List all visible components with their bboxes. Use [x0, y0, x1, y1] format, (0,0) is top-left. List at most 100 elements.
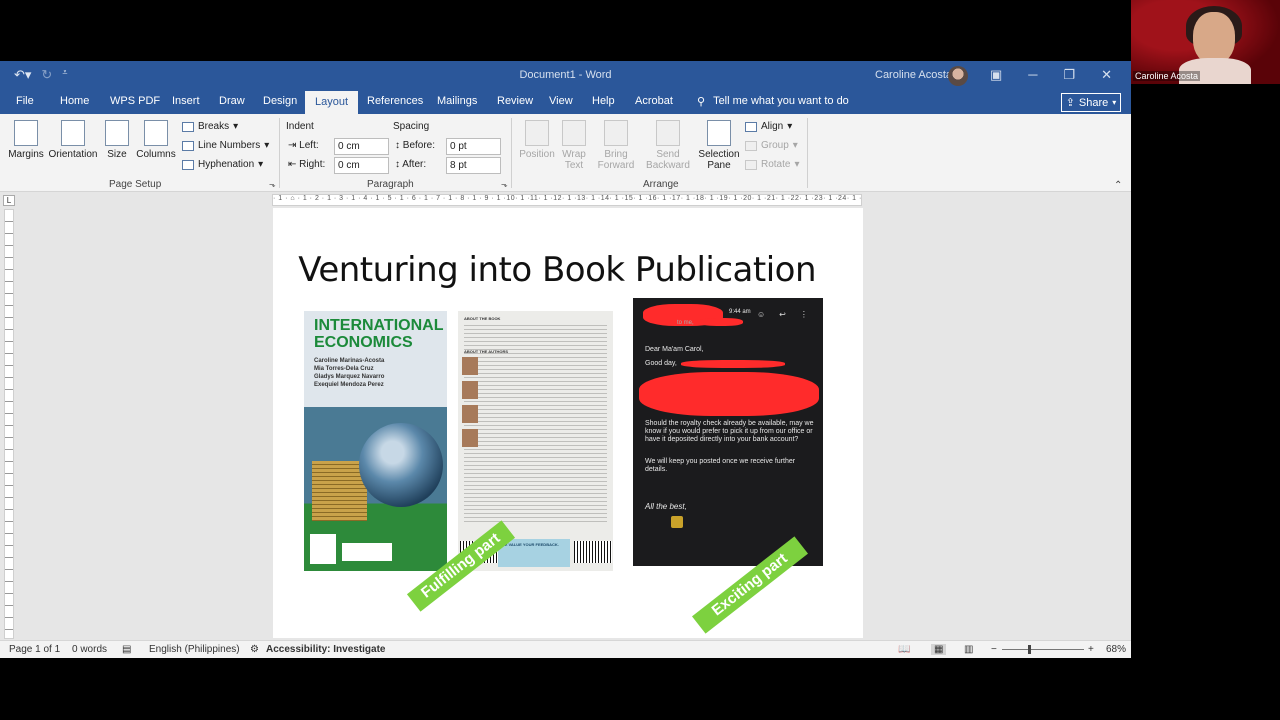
tab-draw[interactable]: Draw — [215, 95, 249, 107]
tab-selector[interactable]: L — [3, 195, 15, 206]
margins-button[interactable]: Margins — [8, 120, 44, 160]
line-numbers-label: Line Numbers — [198, 140, 261, 151]
outcomes-logo — [342, 543, 392, 561]
breaks-label: Breaks — [198, 121, 230, 132]
tab-home[interactable]: Home — [56, 95, 93, 107]
tab-review[interactable]: Review — [493, 95, 537, 107]
page-setup-group-label: Page Setup — [109, 179, 162, 190]
ribbon: Margins Orientation Size Columns Breaks ▾… — [0, 114, 1131, 192]
line-numbers-button[interactable]: Line Numbers ▾ — [182, 140, 269, 151]
rotate-button[interactable]: Rotate ▾ — [745, 159, 800, 170]
page-setup-launcher-icon[interactable]: ⬎ — [269, 180, 276, 189]
minimize-icon[interactable]: ─ — [1028, 67, 1037, 83]
read-mode-icon[interactable]: 📖 — [898, 644, 910, 655]
send-backward-icon — [656, 120, 680, 146]
wrap-text-label: Wrap — [562, 149, 586, 160]
arrange-group-label: Arrange — [643, 179, 679, 190]
barcode — [574, 541, 612, 563]
tab-insert[interactable]: Insert — [168, 95, 204, 107]
tab-mailings[interactable]: Mailings — [433, 95, 481, 107]
accessibility-status[interactable]: Accessibility: Investigate — [266, 644, 386, 655]
zoom-slider[interactable] — [1002, 649, 1084, 650]
participant-face — [1193, 12, 1235, 64]
word-window: ↶▾ ↻ ⩡ Document1 - Word Caroline Acosta … — [0, 61, 1131, 658]
tab-design[interactable]: Design — [259, 95, 301, 107]
page-title[interactable]: Venturing into Book Publication — [273, 250, 816, 290]
email-greeting: Dear Ma'am Carol, — [645, 346, 704, 353]
close-icon[interactable]: ✕ — [1101, 67, 1112, 83]
chevron-down-icon: ▾ — [1112, 98, 1117, 107]
group-separator — [807, 118, 808, 188]
restore-icon[interactable]: ❐ — [1064, 67, 1076, 83]
columns-icon — [144, 120, 168, 146]
paragraph-launcher-icon[interactable]: ⬎ — [501, 180, 508, 189]
ribbon-tabs: File Home WPS PDF Insert Draw Design Lay… — [0, 91, 1131, 114]
page-count[interactable]: Page 1 of 1 — [9, 644, 60, 655]
columns-button[interactable]: Columns — [135, 120, 177, 160]
tab-references[interactable]: References — [363, 95, 427, 107]
size-icon — [105, 120, 129, 146]
tell-me-search[interactable]: ⚲ Tell me what you want to do — [697, 95, 849, 108]
bring-forward-button[interactable]: Bring Forward — [594, 120, 638, 171]
web-layout-icon[interactable]: ▥ — [964, 644, 973, 655]
indent-right-field[interactable]: 0 cm — [334, 157, 389, 174]
tab-view[interactable]: View — [545, 95, 577, 107]
publisher-logo — [310, 534, 336, 564]
status-bar: Page 1 of 1 0 words ▤ English (Philippin… — [0, 640, 1131, 658]
hyphenation-button[interactable]: Hyphenation ▾ — [182, 159, 263, 170]
email-followup: We will keep you posted once we receive … — [645, 458, 796, 473]
email-to: to me, — [677, 320, 694, 326]
user-name[interactable]: Caroline Acosta — [875, 69, 952, 81]
tab-layout[interactable]: Layout — [305, 91, 359, 114]
share-icon: ⇪ — [1065, 97, 1075, 109]
tab-help[interactable]: Help — [588, 95, 619, 107]
horizontal-ruler[interactable]: · 1 · ⌂ · 1 · 2 · 1 · 3 · 1 · 4 · 1 · 5 … — [272, 194, 862, 206]
wrap-text-button[interactable]: Wrap Text — [558, 120, 590, 171]
ribbon-display-options-icon[interactable]: ▣ — [990, 67, 1002, 83]
zoom-slider-thumb[interactable] — [1028, 645, 1031, 654]
collapse-ribbon-icon[interactable]: ⌃ — [1114, 180, 1122, 191]
selection-pane-label-2: Pane — [707, 160, 731, 171]
title-bar: ↶▾ ↻ ⩡ Document1 - Word Caroline Acosta … — [0, 61, 1131, 91]
email-screenshot-image[interactable]: 9:44 am ☺ ↩ ⋮ to me, Dear Ma'am Carol, G… — [633, 298, 823, 566]
avatar[interactable] — [948, 66, 968, 86]
zoom-in-icon[interactable]: + — [1088, 644, 1094, 655]
language-status[interactable]: English (Philippines) — [149, 644, 240, 655]
align-button[interactable]: Align ▾ — [745, 121, 792, 132]
spacing-before-field[interactable]: 0 pt — [446, 138, 501, 155]
size-button[interactable]: Size — [105, 120, 129, 160]
more-icon: ⋮ — [799, 310, 808, 319]
zoom-level[interactable]: 68% — [1106, 644, 1126, 655]
tab-wps-pdf[interactable]: WPS PDF — [106, 95, 164, 107]
zoom-out-icon[interactable]: − — [991, 644, 997, 655]
proofing-icon[interactable]: ▤ — [122, 644, 131, 655]
margins-label: Margins — [8, 149, 44, 160]
selection-pane-label: Selection — [698, 149, 740, 160]
vertical-ruler[interactable] — [4, 209, 14, 639]
document-page[interactable]: Venturing into Book Publication INTERNAT… — [273, 208, 863, 658]
share-button[interactable]: ⇪ Share ▾ — [1061, 93, 1121, 112]
send-backward-button[interactable]: Send Backward — [642, 120, 694, 171]
email-actions: ☺ ↩ ⋮ — [757, 310, 808, 319]
selection-pane-button[interactable]: Selection Pane — [697, 120, 741, 171]
tell-me-label: Tell me what you want to do — [713, 95, 849, 107]
rotate-label: Rotate — [761, 159, 791, 170]
position-icon — [525, 120, 549, 146]
position-button[interactable]: Position — [518, 120, 556, 160]
breaks-button[interactable]: Breaks ▾ — [182, 121, 238, 132]
indent-left-field[interactable]: 0 cm — [334, 138, 389, 155]
print-layout-icon[interactable]: ▦ — [931, 644, 947, 655]
cover-authors: Caroline Marinas-Acosta Mia Torres-Dela … — [314, 358, 385, 388]
word-count[interactable]: 0 words — [72, 644, 107, 655]
author-photo — [462, 381, 478, 399]
spacing-after-field[interactable]: 8 pt — [446, 157, 501, 174]
wrap-text-icon — [562, 120, 586, 146]
about-book-heading: ABOUT THE BOOK — [464, 316, 501, 321]
tab-acrobat[interactable]: Acrobat — [631, 95, 677, 107]
tab-file[interactable]: File — [12, 95, 38, 107]
orientation-button[interactable]: Orientation — [46, 120, 100, 160]
group-button[interactable]: Group ▾ — [745, 140, 798, 151]
align-label: Align — [761, 121, 784, 132]
book-back-cover-image[interactable]: ABOUT THE BOOK ABOUT THE AUTHORS WE VALU… — [458, 311, 613, 571]
book-cover-image[interactable]: INTERNATIONAL ECONOMICS Caroline Marinas… — [304, 311, 447, 571]
